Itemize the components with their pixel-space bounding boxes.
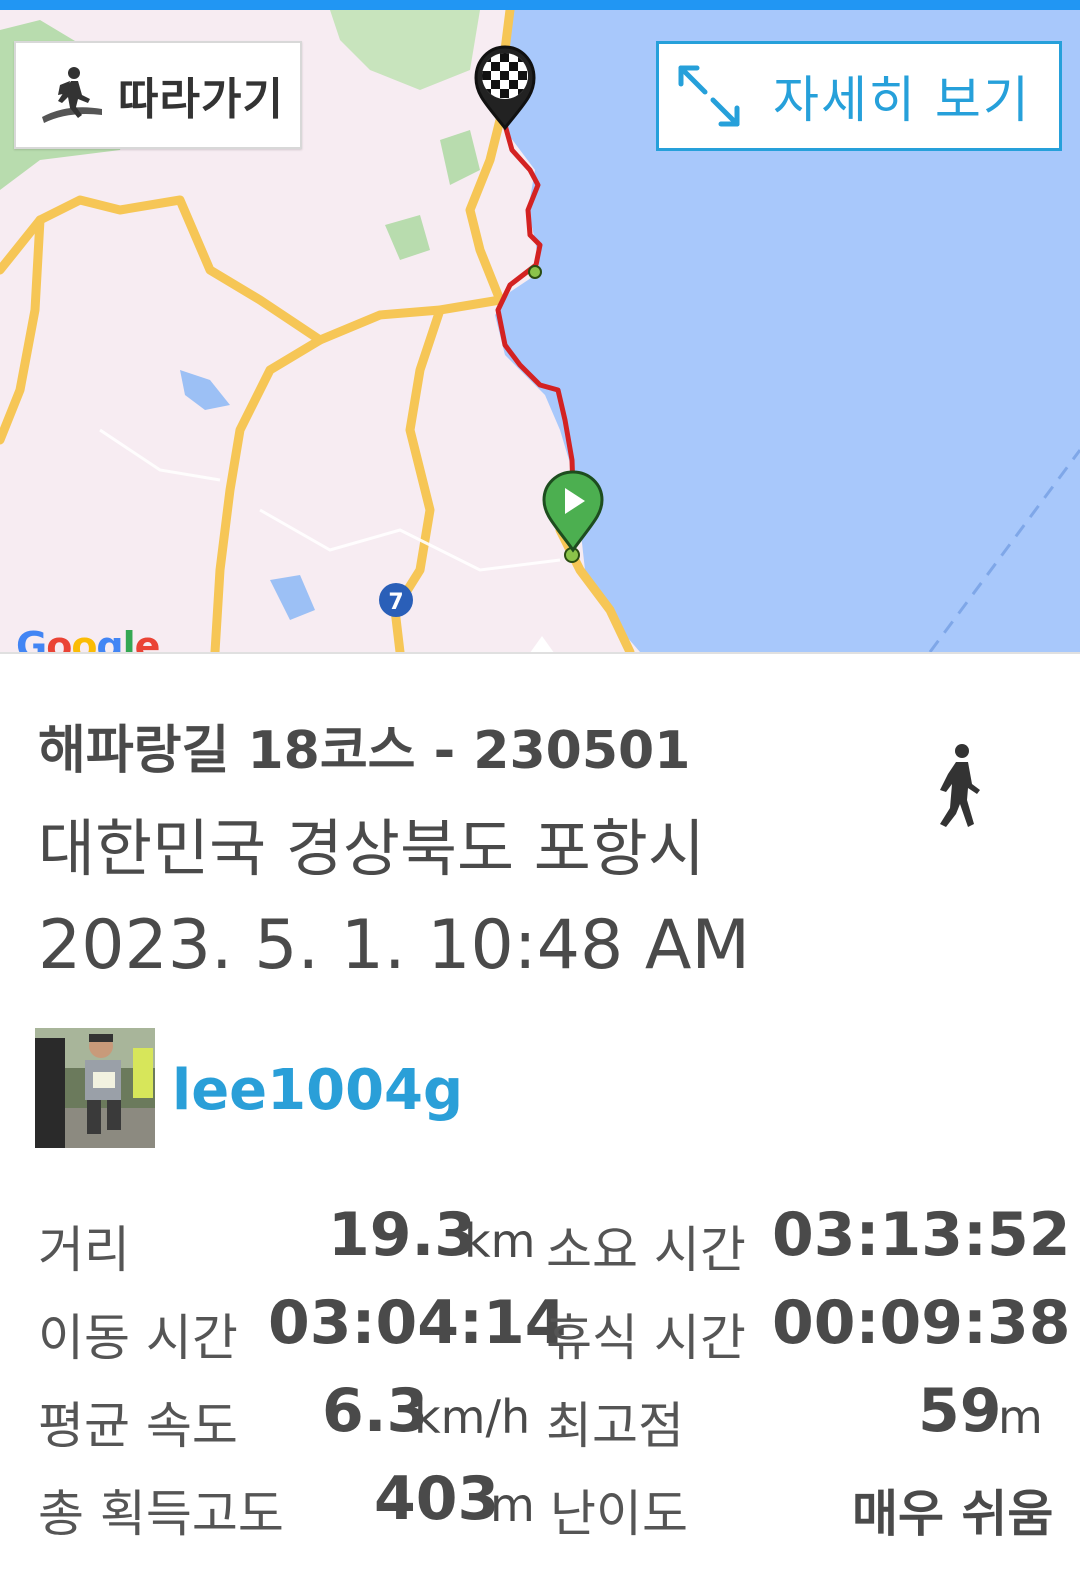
map-divider [0,652,1080,654]
duration-value: 03:13:52 [772,1200,1071,1270]
max-elevation-value: 59 [918,1376,1002,1446]
road-number-badge: 7 [379,583,413,617]
rest-time-label: 휴식 시간 [546,1309,746,1367]
view-detail-label: 자세히 보기 [773,71,1031,129]
top-accent-bar [0,0,1080,10]
distance-label: 거리 [38,1221,130,1279]
user-avatar[interactable] [35,1028,155,1148]
avg-speed-unit: km/h [414,1390,531,1444]
follow-label: 따라가기 [118,74,284,125]
stats-row-1: 거리 19.3 km 소요 시간 03:13:52 [0,1200,1080,1280]
moving-time-value: 03:04:14 [268,1288,567,1358]
distance-value: 19.3 [328,1200,477,1270]
duration-label: 소요 시간 [546,1221,746,1279]
track-location: 대한민국 경상북도 포항시 [38,812,705,885]
avg-speed-value: 6.3 [322,1376,429,1446]
walking-icon [940,744,980,827]
username-link[interactable]: lee1004g [172,1058,463,1123]
track-title: 해파랑길 18코스 - 230501 [38,721,691,781]
stats-row-3: 평균 속도 6.3 km/h 최고점 59 m [0,1376,1080,1456]
follow-button[interactable]: 따라가기 [14,41,302,149]
difficulty-value: 매우 쉬움 [852,1485,1054,1543]
moving-time-label: 이동 시간 [38,1309,238,1367]
hiker-icon [42,67,102,123]
stats-row-2: 이동 시간 03:04:14 휴식 시간 00:09:38 [0,1288,1080,1368]
stats-row-4: 총 획득고도 403 m 난이도 매우 쉬움 [0,1464,1080,1544]
elevation-gain-label: 총 획득고도 [38,1485,284,1543]
track-datetime: 2023. 5. 1. 10:48 AM [38,906,751,985]
elevation-gain-unit: m [490,1478,535,1532]
svg-text:7: 7 [388,590,403,615]
avg-speed-label: 평균 속도 [38,1397,238,1455]
google-attribution: Google [16,624,160,652]
max-elevation-unit: m [998,1390,1043,1444]
distance-unit: km [464,1214,536,1268]
max-elevation-label: 최고점 [546,1397,684,1455]
route-map[interactable]: 7 따라가기 자세히 보기 Google [0,10,1080,652]
expand-icon [678,65,740,127]
view-detail-button[interactable]: 자세히 보기 [656,41,1062,151]
avatar-image [35,1028,155,1148]
rest-time-value: 00:09:38 [772,1288,1071,1358]
elevation-gain-value: 403 [374,1464,500,1534]
difficulty-label: 난이도 [550,1485,688,1543]
map-pointer-notch [522,636,562,652]
